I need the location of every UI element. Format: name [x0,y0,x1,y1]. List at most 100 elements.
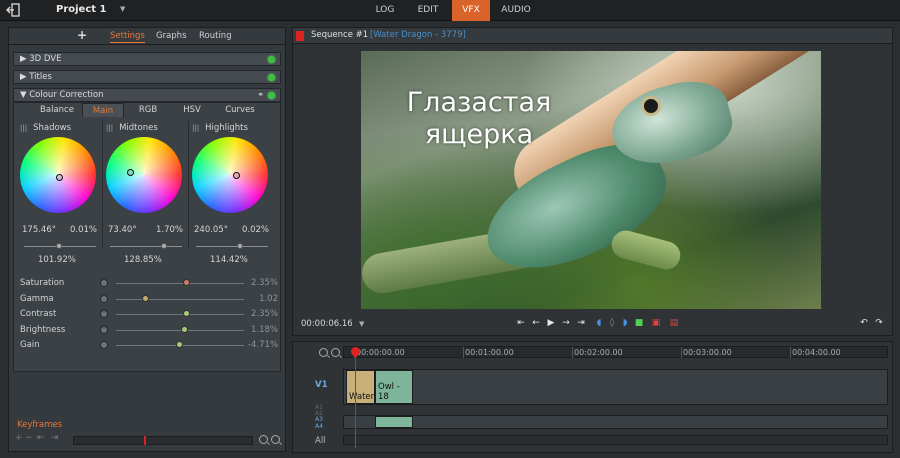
slider-knob[interactable] [183,279,191,286]
step-back-icon[interactable]: ← [530,318,542,329]
a3-track-label[interactable]: A3 [315,416,323,423]
timecode-dropdown-icon[interactable]: ▼ [359,320,364,328]
shadows-hue-value[interactable]: 175.46° [22,225,56,235]
wheel-indicator-icon[interactable] [127,169,134,176]
timecode-display[interactable]: 00:00:06.16 [301,319,353,329]
wheel-indicator-icon[interactable] [56,174,63,181]
project-dropdown-icon[interactable]: ▼ [120,5,125,13]
audio-clip-owl[interactable] [375,416,413,428]
all-tracks-row[interactable] [343,435,888,445]
mode-tab-audio[interactable]: AUDIO [496,0,536,21]
param-row-gain[interactable]: Gain -4.71% [18,339,278,353]
param-value[interactable]: -4.71% [248,340,278,350]
keyframe-toggle-icon[interactable] [100,341,108,349]
effect-row-titles[interactable]: ▶ Titles [13,70,281,84]
slider-knob[interactable] [180,325,188,333]
step-forward-icon[interactable]: → [560,318,572,329]
tab-main[interactable]: Main [82,103,124,117]
tab-balance[interactable]: Balance [36,103,78,117]
clip-owl[interactable]: Owl - 18 [375,370,413,404]
keyframe-toggle-icon[interactable] [100,310,108,318]
keyframe-toggle-icon[interactable] [100,294,108,303]
video-track-label[interactable]: V1 [315,380,328,390]
undo-icon[interactable]: ↶ [858,318,870,329]
tab-rgb[interactable]: RGB [128,103,168,117]
param-row-brightness[interactable]: Brightness 1.18% [18,324,278,338]
timeline-zoom-out-icon[interactable] [331,348,340,357]
mode-tab-edit[interactable]: EDIT [410,0,446,21]
play-icon[interactable]: ▶ [545,318,557,329]
tab-routing[interactable]: Routing [199,30,232,43]
keyframe-toggle-icon[interactable] [100,325,108,334]
param-row-contrast[interactable]: Contrast 2.35% [18,308,278,322]
slider-knob[interactable] [183,310,191,317]
param-row-gamma[interactable]: Gamma 1.02 [18,293,278,307]
zoom-out-icon[interactable] [271,435,280,444]
param-slider[interactable] [116,329,244,331]
clip-water[interactable]: Water [346,370,375,404]
midtones-sat-value[interactable]: 1.70% [156,225,183,235]
tab-hsv[interactable]: HSV [174,103,210,117]
all-tracks-label[interactable]: All [315,436,326,446]
slider-knob[interactable] [237,243,243,249]
mode-tab-vfx[interactable]: VFX [452,0,490,21]
enabled-indicator-icon[interactable] [268,56,275,63]
effect-row-colour-correction[interactable]: ▼ Colour Correction ⚭ [13,88,281,102]
add-keyframe-icon[interactable]: + [15,433,23,443]
param-slider[interactable] [116,314,244,315]
param-value[interactable]: 2.35% [251,309,278,319]
slider-knob[interactable] [56,243,62,249]
midtones-hue-value[interactable]: 73.40° [108,225,137,235]
midtones-colour-wheel[interactable] [106,137,182,213]
param-value[interactable]: 1.02 [259,294,278,304]
remove-keyframe-icon[interactable]: − [25,433,33,443]
exit-icon[interactable] [6,3,20,17]
tab-curves[interactable]: Curves [216,103,264,117]
mark-in-icon[interactable]: ◖ [593,318,605,329]
tab-settings[interactable]: Settings [110,30,145,43]
midtones-level-slider[interactable] [110,246,182,247]
highlights-level-value[interactable]: 114.42% [210,255,248,265]
highlights-hue-value[interactable]: 240.05° [194,225,228,235]
timeline-playhead[interactable] [355,348,356,448]
video-track-v1[interactable]: Water Owl - 18 [343,369,888,405]
enabled-indicator-icon[interactable] [268,92,275,99]
audio-track-a3-a4[interactable] [343,415,888,429]
slider-knob[interactable] [175,341,183,348]
video-frame[interactable]: Глазастая ящерка [361,51,821,309]
param-value[interactable]: 2.35% [251,278,278,288]
go-to-start-icon[interactable]: ⇤ [515,318,527,329]
a4-track-label[interactable]: A4 [315,423,323,430]
slider-knob[interactable] [142,294,150,302]
keyframe-toggle-icon[interactable] [100,279,108,287]
shadows-level-value[interactable]: 101.92% [38,255,76,265]
midtones-level-value[interactable]: 128.85% [124,255,162,265]
lock-icon[interactable]: ■ [633,318,645,329]
param-row-saturation[interactable]: Saturation 2.35% [18,277,278,291]
effect-row-3d-dve[interactable]: ▶ 3D DVE [13,52,281,66]
wheel-indicator-icon[interactable] [233,172,240,179]
go-to-end-icon[interactable]: ⇥ [575,318,587,329]
keyframe-link-icon[interactable]: ⚭ [257,90,264,99]
param-slider[interactable] [116,298,244,300]
next-keyframe-icon[interactable]: ⇥ [51,433,59,443]
enabled-indicator-icon[interactable] [268,74,275,81]
split-view-icon[interactable]: ▤ [668,318,680,329]
safe-area-icon[interactable]: ▣ [650,318,662,329]
param-value[interactable]: 1.18% [251,325,278,335]
param-slider[interactable] [116,283,244,284]
timeline-zoom-in-icon[interactable] [319,348,328,357]
shadows-colour-wheel[interactable] [20,137,96,213]
add-effect-button[interactable]: + [77,28,87,42]
mark-out-icon[interactable]: ◗ [619,318,631,329]
prev-keyframe-icon[interactable]: ⇤ [37,433,45,443]
tab-graphs[interactable]: Graphs [156,30,187,43]
clear-marks-icon[interactable]: ◊ [606,318,618,329]
highlights-sat-value[interactable]: 0.02% [242,225,269,235]
redo-icon[interactable]: ↷ [873,318,885,329]
highlights-level-slider[interactable] [196,246,268,247]
keyframe-track[interactable] [73,436,253,445]
zoom-in-icon[interactable] [259,435,268,444]
mode-tab-log[interactable]: LOG [368,0,402,21]
timeline-ruler[interactable]: 00:00:00.00 00:01:00.00 00:02:00.00 00:03:0… [343,346,888,358]
